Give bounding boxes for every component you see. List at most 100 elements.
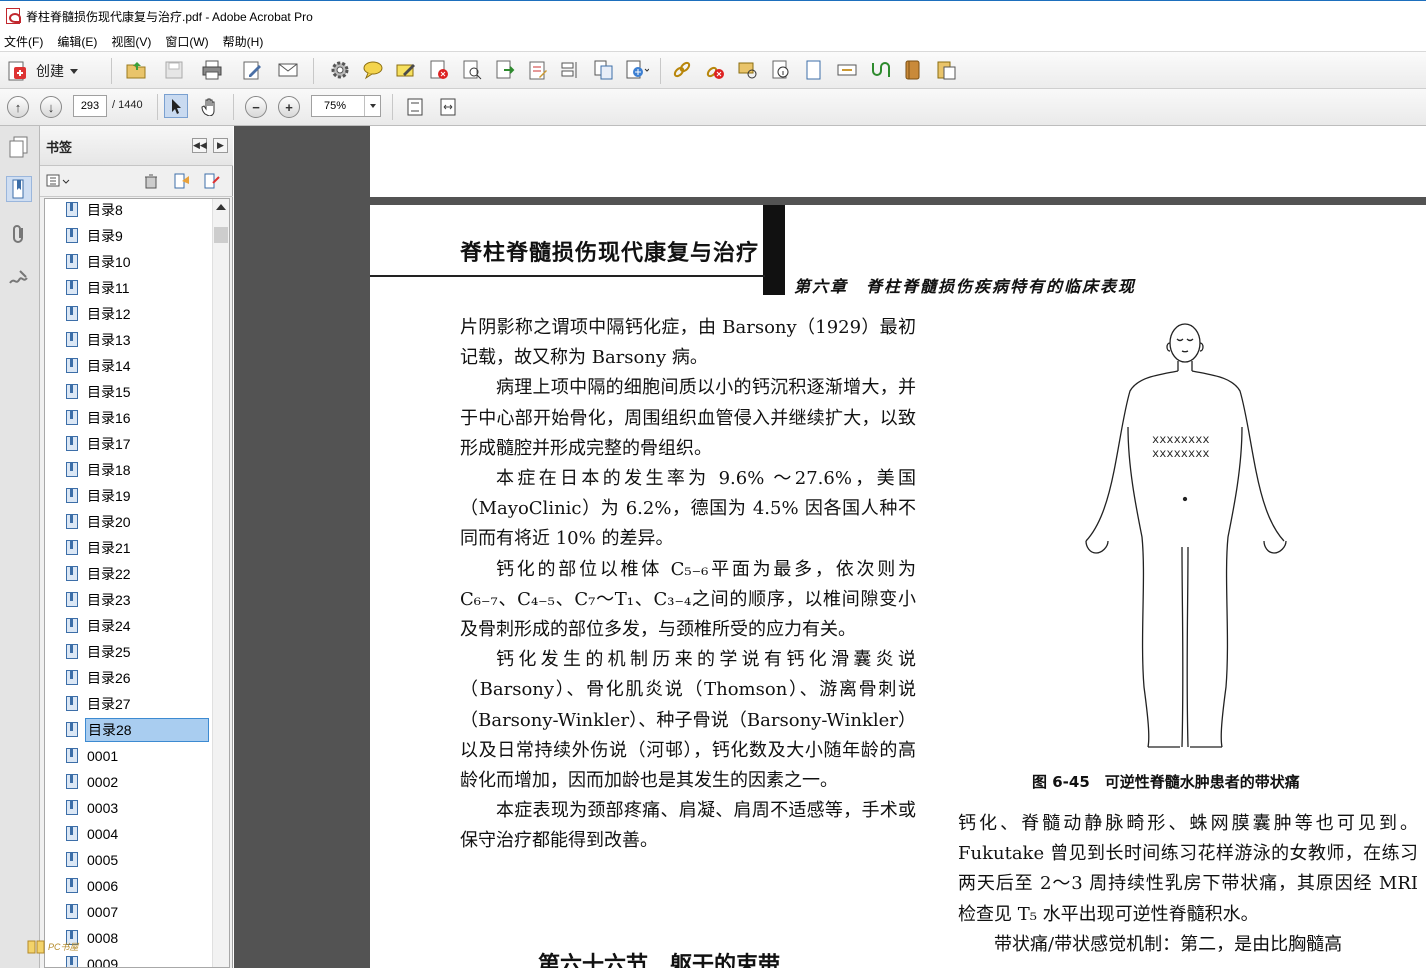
bookmark-item[interactable]: 0004 — [65, 823, 120, 845]
bookmark-item-selected[interactable]: 目录28 — [65, 718, 209, 742]
bookmark-item[interactable]: 目录19 — [65, 485, 133, 507]
hand-tool-button[interactable] — [197, 94, 221, 118]
toolbar-separator — [233, 94, 234, 120]
arrow-up-icon: ↑ — [7, 96, 29, 118]
bookmark-item[interactable]: 目录26 — [65, 667, 133, 689]
delete-page-button[interactable] — [427, 58, 451, 82]
bookmark-icon — [65, 618, 79, 634]
bookmarks-scrollbar[interactable] — [212, 199, 229, 967]
page-number-input[interactable]: 293 — [73, 95, 107, 117]
clipboard-button[interactable] — [934, 58, 958, 82]
scroll-thumb[interactable] — [214, 227, 228, 243]
bookmark-item[interactable]: 目录18 — [65, 459, 133, 481]
bookmark-item[interactable]: 目录23 — [65, 589, 133, 611]
find-page-button[interactable] — [460, 58, 484, 82]
acrobat-pdf-icon — [6, 8, 21, 24]
paragraph: 片阴影称之谓项中隔钙化症，由 Barsony（1929）最初记载，故又称为 Ba… — [460, 317, 916, 369]
save-button[interactable] — [162, 58, 186, 82]
open-folder-icon — [126, 62, 146, 79]
bookmark-item[interactable]: 目录12 — [65, 303, 133, 325]
next-page-button[interactable]: ↓ — [39, 95, 63, 119]
crop-button[interactable] — [835, 58, 859, 82]
bookmark-item[interactable]: 目录11 — [65, 277, 132, 299]
bookmark-item[interactable]: 目录22 — [65, 563, 133, 585]
extract-button[interactable] — [592, 58, 616, 82]
menu-window[interactable]: 窗口(W) — [165, 33, 208, 50]
create-button[interactable]: 创建 — [6, 59, 78, 83]
bookmark-item[interactable]: 目录8 — [65, 199, 125, 221]
bookmark-item[interactable]: 目录16 — [65, 407, 133, 429]
bookmark-icon — [65, 228, 79, 244]
stamp-button[interactable] — [736, 58, 760, 82]
open-button[interactable] — [124, 58, 148, 82]
bookmark-options-button[interactable] — [46, 173, 72, 192]
delete-bookmark-button[interactable] — [143, 173, 159, 192]
email-button[interactable] — [276, 58, 300, 82]
attachments-button[interactable] — [6, 221, 32, 247]
bookmark-item[interactable]: 目录25 — [65, 641, 133, 663]
edit-text-button[interactable] — [240, 58, 264, 82]
select-tool-button[interactable] — [164, 94, 188, 118]
menu-view[interactable]: 视图(V) — [111, 33, 151, 50]
bookmark-icon — [65, 202, 79, 218]
zoom-select[interactable]: 75% — [311, 95, 381, 117]
highlight-button[interactable] — [394, 58, 418, 82]
zoom-in-button[interactable]: + — [277, 95, 301, 119]
bookmark-item[interactable]: 0002 — [65, 771, 120, 793]
watermark-text: PC书屋 — [48, 941, 79, 952]
menu-help[interactable]: 帮助(H) — [223, 33, 264, 50]
bookmark-item[interactable]: 0005 — [65, 849, 120, 871]
chapter-head: 第六章 脊柱脊髓损伤疾病特有的临床表现 — [794, 277, 1137, 296]
form-button[interactable] — [526, 58, 550, 82]
chevron-down-icon[interactable] — [364, 96, 380, 116]
blank-page-button[interactable] — [802, 58, 826, 82]
bookmarks-panel-button[interactable] — [6, 176, 32, 202]
bookmark-item[interactable]: 目录10 — [65, 251, 133, 273]
fit-width-button[interactable] — [436, 95, 460, 119]
bookmark-item[interactable]: 目录24 — [65, 615, 133, 637]
page-info-button[interactable] — [769, 58, 793, 82]
document-view[interactable]: 脊柱脊髓损伤现代康复与治疗 第六章 脊柱脊髓损伤疾病特有的临床表现 片阴影称之谓… — [234, 126, 1426, 968]
bookmark-item[interactable]: 目录15 — [65, 381, 133, 403]
expand-bookmark-button[interactable] — [203, 173, 221, 192]
menu-edit[interactable]: 编辑(E) — [57, 33, 97, 50]
new-bookmark-button[interactable] — [173, 173, 191, 192]
paperclip-icon — [13, 225, 23, 243]
measure-button[interactable] — [868, 58, 892, 82]
paragraph: 钙化的部位以椎体 C₅₋₆平面为最多，依次则为 C₆₋₇、C₄₋₅、C₇～T₁、… — [460, 558, 916, 641]
comment-button[interactable] — [361, 58, 385, 82]
bookmark-item[interactable]: 0001 — [65, 745, 120, 767]
link-button[interactable] — [670, 58, 694, 82]
print-icon — [202, 60, 222, 80]
expand-panel-button[interactable]: ▶ — [213, 138, 228, 153]
export-page-button[interactable] — [493, 58, 517, 82]
print-button[interactable] — [200, 58, 224, 82]
attach-button[interactable] — [901, 58, 925, 82]
previous-page-button[interactable]: ↑ — [6, 95, 30, 119]
bookmark-item[interactable]: 0003 — [65, 797, 120, 819]
highlighter-icon — [396, 64, 415, 77]
settings-button[interactable] — [328, 58, 352, 82]
unlink-button[interactable] — [703, 58, 727, 82]
bookmark-item[interactable]: 目录13 — [65, 329, 133, 351]
insert-page-button[interactable] — [625, 58, 649, 82]
signatures-button[interactable] — [6, 264, 32, 290]
bookmark-item[interactable]: 0006 — [65, 875, 120, 897]
bookmark-item[interactable]: 0009 — [65, 953, 120, 967]
bookmark-item[interactable]: 目录20 — [65, 511, 133, 533]
bookmark-item[interactable]: 目录27 — [65, 693, 133, 715]
bookmark-item[interactable]: 目录14 — [65, 355, 133, 377]
bookmark-item[interactable]: 目录17 — [65, 433, 133, 455]
combine-button[interactable] — [559, 58, 583, 82]
page-thumbnails-button[interactable] — [6, 134, 32, 160]
menu-file[interactable]: 文件(F) — [4, 33, 43, 50]
zoom-out-button[interactable]: − — [244, 95, 268, 119]
bookmark-item[interactable]: 目录9 — [65, 225, 125, 247]
bookmark-item[interactable]: 目录21 — [65, 537, 133, 559]
bookmark-item[interactable]: 0007 — [65, 901, 120, 923]
scroll-up-icon[interactable] — [216, 204, 226, 210]
create-pdf-icon — [8, 61, 26, 81]
collapse-panel-button[interactable]: ◀◀ — [192, 138, 207, 153]
window-title: 脊柱脊髓损伤现代康复与治疗.pdf - Adobe Acrobat Pro — [26, 9, 313, 24]
fit-page-button[interactable] — [403, 95, 427, 119]
